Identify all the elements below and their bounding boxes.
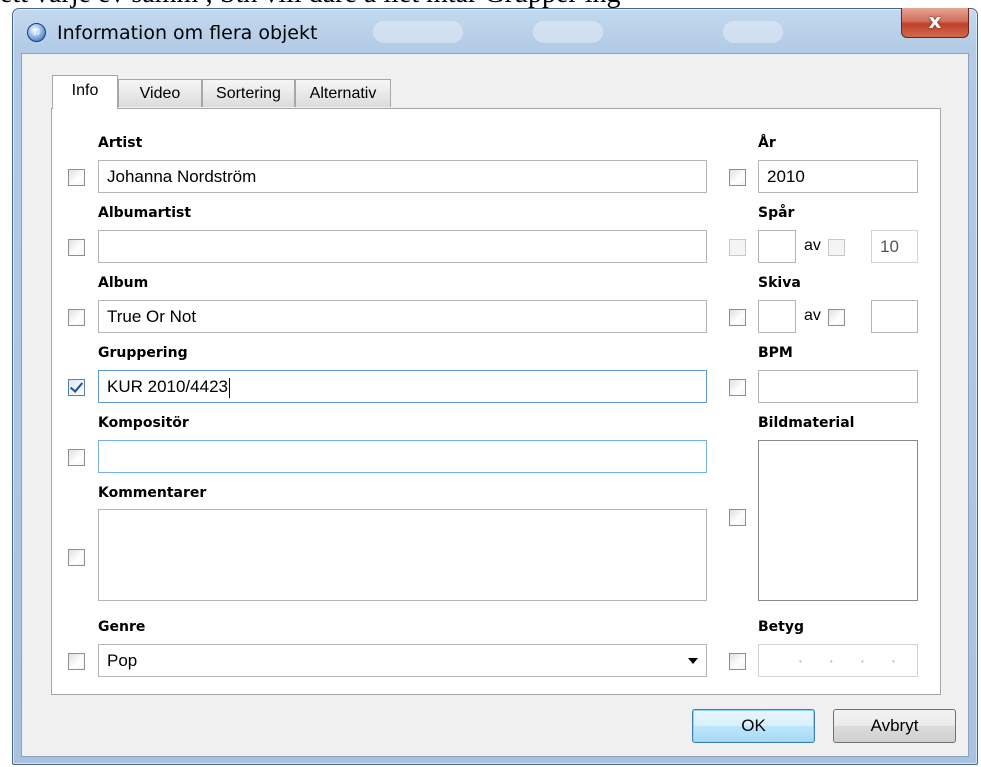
gruppering-label: Gruppering xyxy=(98,345,188,361)
bpm-label: BPM xyxy=(758,345,793,361)
tab-sortering[interactable]: Sortering xyxy=(202,79,295,107)
tab-info[interactable]: Info xyxy=(52,75,118,109)
albumartist-label: Albumartist xyxy=(98,205,192,221)
spar-checkbox[interactable] xyxy=(729,239,746,256)
betyg-label: Betyg xyxy=(758,619,805,635)
spar-total-field[interactable]: 10 xyxy=(871,230,918,263)
skiva-total-checkbox[interactable] xyxy=(828,309,845,326)
bildmaterial-label: Bildmaterial xyxy=(758,415,855,431)
itunes-icon: ♫ xyxy=(27,23,46,42)
info-panel: Artist Johanna Nordström Albumartist Alb… xyxy=(51,108,941,695)
kompositor-label: Kompositör xyxy=(98,415,189,431)
artist-field[interactable]: Johanna Nordström xyxy=(98,160,707,193)
artist-label: Artist xyxy=(98,135,143,151)
kommentarer-checkbox[interactable] xyxy=(68,549,85,566)
text-caret xyxy=(228,377,230,398)
close-icon: x xyxy=(928,9,942,33)
albumartist-field[interactable] xyxy=(98,230,707,263)
close-button[interactable]: x xyxy=(901,8,969,38)
skiva-checkbox[interactable] xyxy=(729,309,746,326)
rating-stars: • • • • • xyxy=(799,657,917,666)
ar-field[interactable]: 2010 xyxy=(758,160,918,193)
bildmaterial-checkbox[interactable] xyxy=(729,509,746,526)
skiva-total-field[interactable] xyxy=(871,300,918,333)
albumartist-checkbox[interactable] xyxy=(68,239,85,256)
blurred-background-text xyxy=(723,21,783,43)
dialog-client-area: Info Video Sortering Alternativ Artist J… xyxy=(21,53,969,757)
dialog-window: ♫ Information om flera objekt x Info Vid… xyxy=(12,8,978,765)
ar-label: År xyxy=(758,135,776,151)
album-label: Album xyxy=(98,275,149,291)
bpm-checkbox[interactable] xyxy=(729,379,746,396)
spar-field[interactable] xyxy=(758,230,796,263)
cancel-button[interactable]: Avbryt xyxy=(833,709,956,743)
album-checkbox[interactable] xyxy=(68,309,85,326)
chevron-down-icon xyxy=(688,658,698,664)
spar-label: Spår xyxy=(758,205,795,221)
title-bar[interactable]: ♫ Information om flera objekt x xyxy=(13,8,977,53)
genre-label: Genre xyxy=(98,619,146,635)
spar-total-checkbox[interactable] xyxy=(828,239,845,256)
skiva-field[interactable] xyxy=(758,300,796,333)
ok-button[interactable]: OK xyxy=(692,709,815,743)
rating-field[interactable]: • • • • • xyxy=(758,644,918,677)
kompositor-checkbox[interactable] xyxy=(68,449,85,466)
genre-value: Pop xyxy=(107,651,138,670)
tab-video[interactable]: Video xyxy=(118,79,202,107)
spar-av-label: av xyxy=(804,237,821,254)
betyg-checkbox[interactable] xyxy=(729,653,746,670)
artist-checkbox[interactable] xyxy=(68,169,85,186)
gruppering-checkbox[interactable] xyxy=(68,379,85,396)
kommentarer-label: Kommentarer xyxy=(98,485,207,501)
window-title: Information om flera objekt xyxy=(57,22,318,44)
bpm-field[interactable] xyxy=(758,370,918,403)
blurred-background-text xyxy=(533,21,603,43)
skiva-label: Skiva xyxy=(758,275,801,291)
kommentarer-textarea[interactable] xyxy=(98,509,707,601)
tab-alternativ[interactable]: Alternativ xyxy=(295,79,391,107)
gruppering-value: KUR 2010/4423 xyxy=(107,377,228,396)
skiva-av-label: av xyxy=(804,307,821,324)
artwork-box[interactable] xyxy=(758,440,918,601)
blurred-background-text xyxy=(373,21,463,43)
genre-checkbox[interactable] xyxy=(68,653,85,670)
kompositor-field[interactable] xyxy=(98,440,707,473)
gruppering-field[interactable]: KUR 2010/4423 xyxy=(98,370,707,403)
ar-checkbox[interactable] xyxy=(729,169,746,186)
genre-dropdown[interactable]: Pop xyxy=(98,644,707,677)
album-field[interactable]: True Or Not xyxy=(98,300,707,333)
